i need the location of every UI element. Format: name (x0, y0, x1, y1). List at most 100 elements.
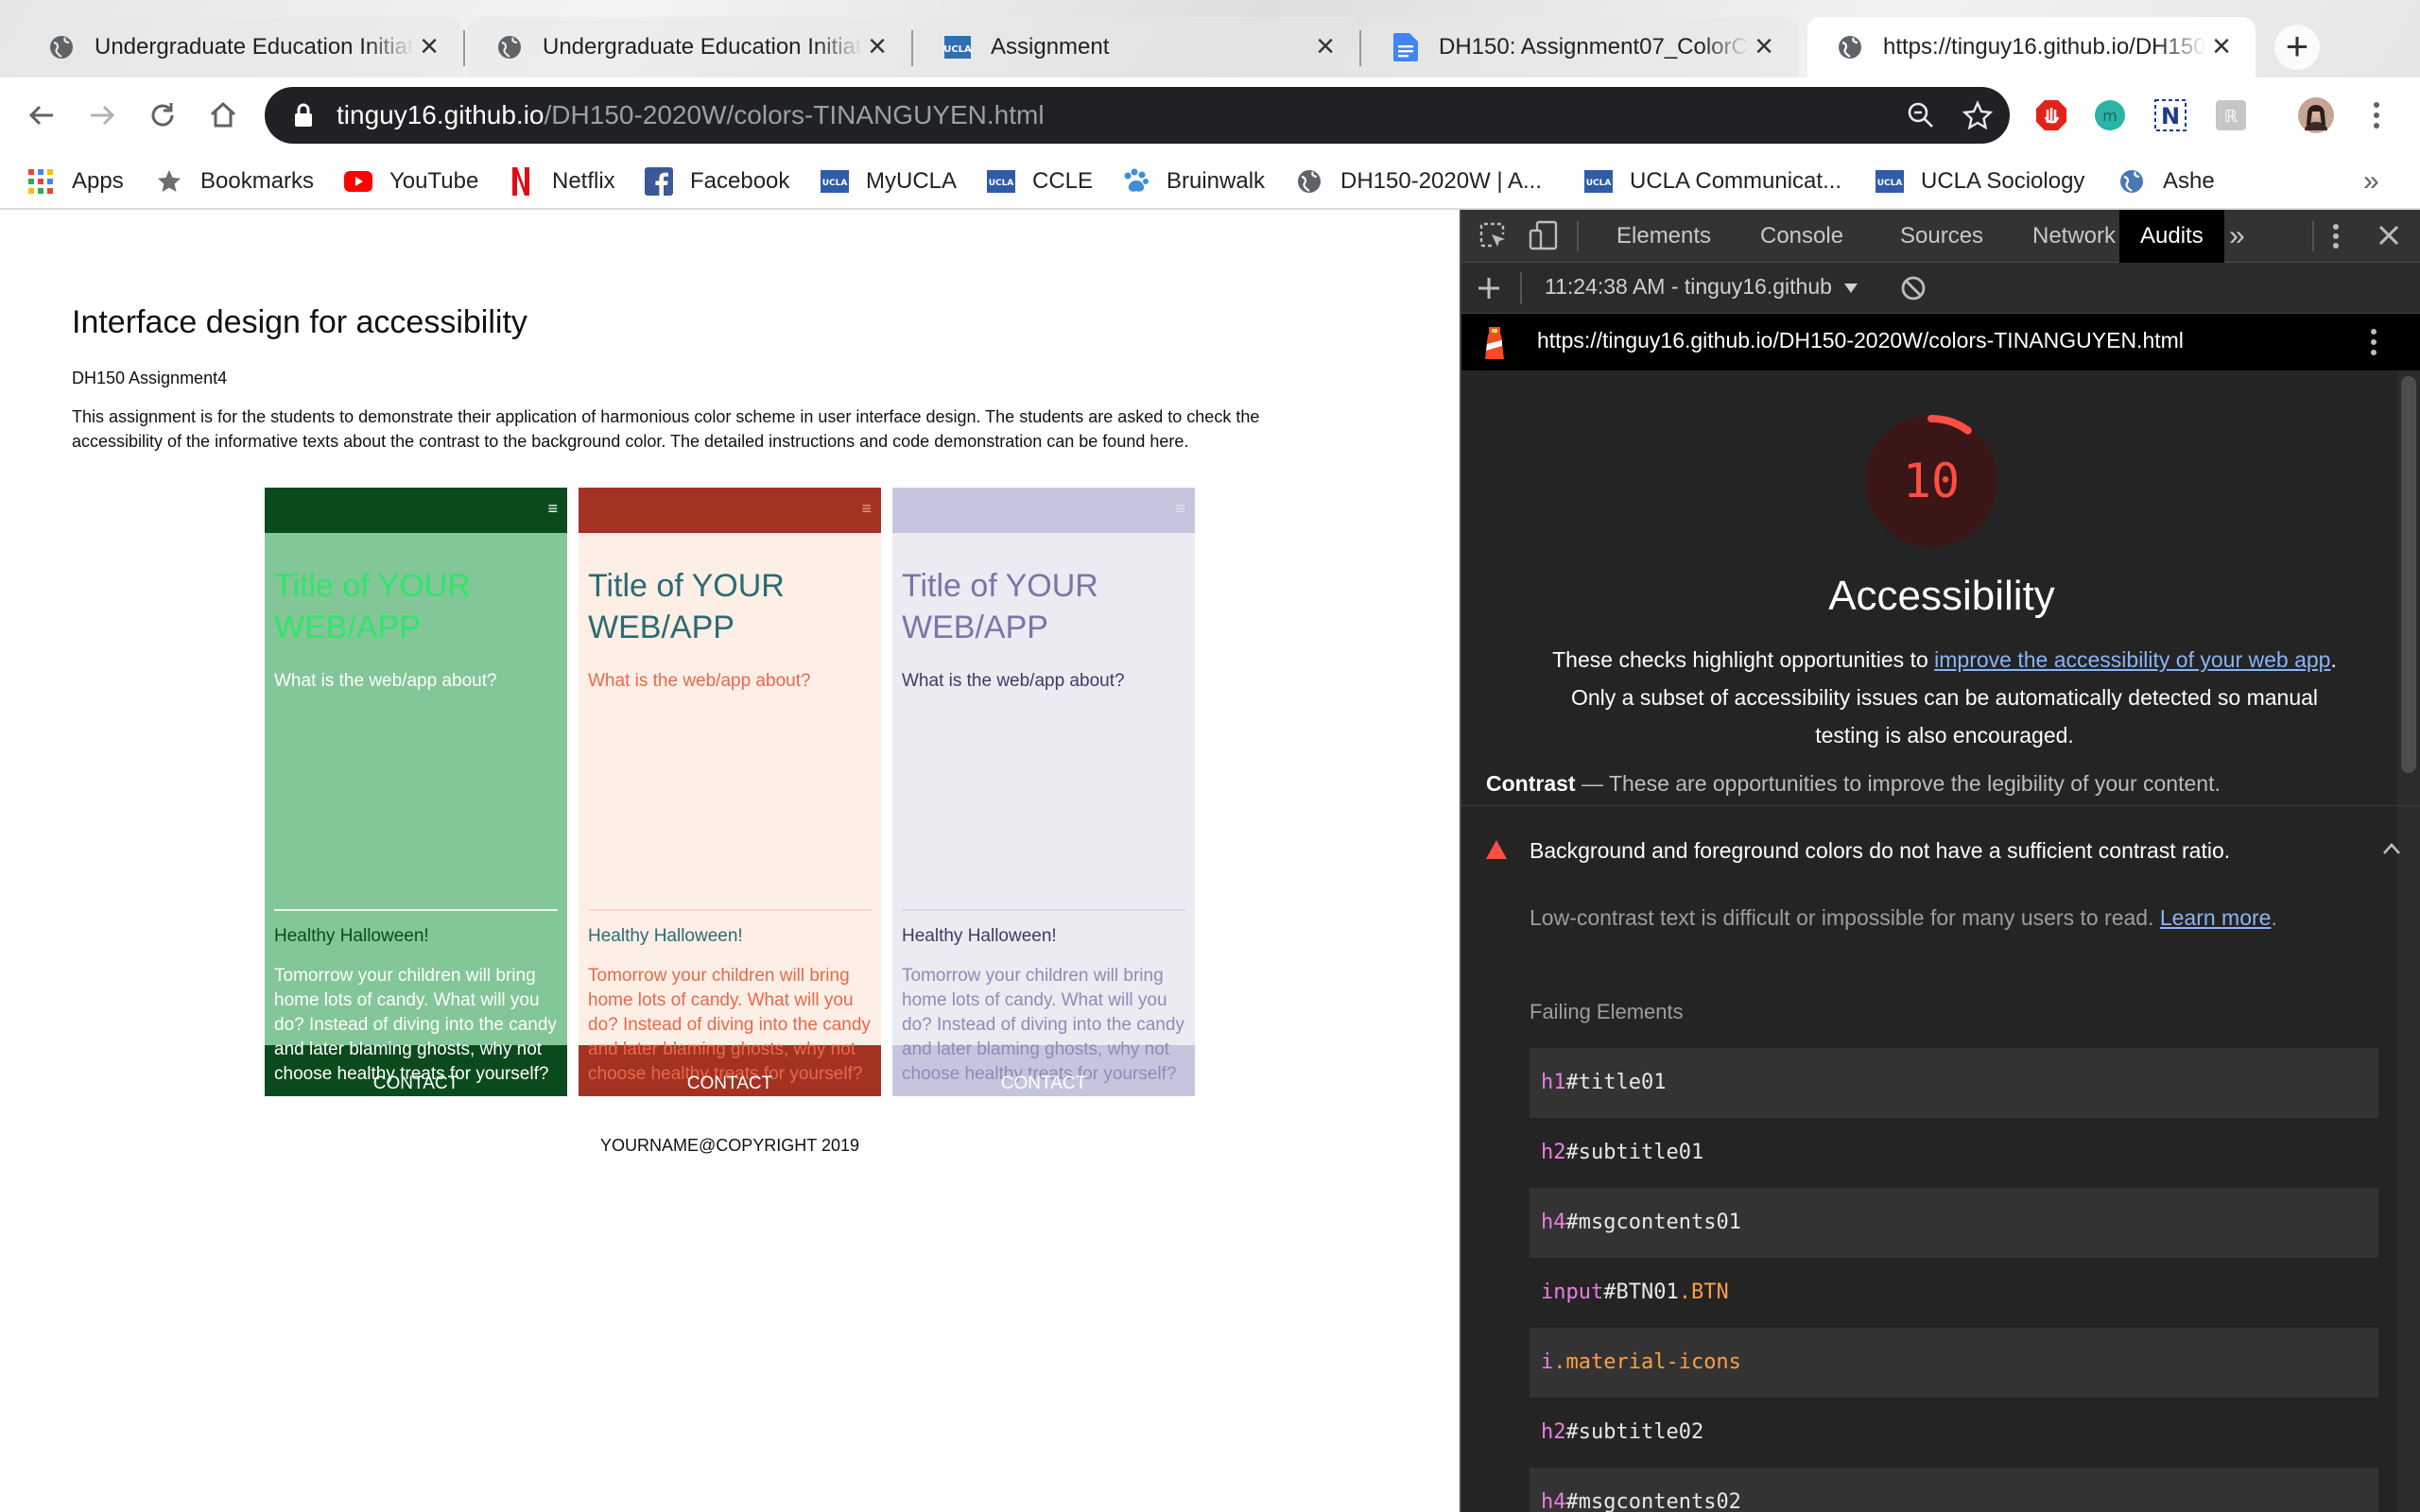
bookmark-ccle[interactable]: UCLA CCLE (987, 163, 1093, 200)
extension-gray-icon[interactable]: ℝ (2210, 94, 2252, 136)
back-button[interactable] (19, 93, 64, 138)
close-icon[interactable]: × (2206, 30, 2237, 62)
mockup-title: Title of YOUR WEB/APP (902, 568, 1098, 645)
bookmark-label: Bruinwalk (1167, 168, 1266, 194)
bookmark-dh150[interactable]: DH150-2020W | A... (1295, 163, 1542, 200)
address-bar[interactable]: tinguy16.github.io/DH150-2020W/colors-TI… (265, 87, 2010, 144)
bookmark-label: UCLA Sociology (1921, 168, 2085, 194)
ucla-icon: UCLA (943, 33, 972, 61)
bookmark-label: YouTube (389, 168, 479, 194)
extension-m-icon[interactable]: m (2089, 94, 2131, 136)
menu-icon[interactable]: ≡ (547, 499, 558, 519)
failing-element-row[interactable]: h4#msgcontents01 (1530, 1188, 2378, 1258)
tab-network[interactable]: Network (2012, 210, 2136, 263)
copyright-footer: YOURNAME@COPYRIGHT 2019 (599, 1136, 859, 1155)
bookmark-myucla[interactable]: UCLA MyUCLA (821, 163, 957, 200)
bookmark-bookmarks[interactable]: Bookmarks (155, 163, 314, 200)
chevron-up-icon[interactable] (2382, 842, 2401, 855)
more-tabs-button[interactable]: » (2218, 210, 2256, 263)
scrollbar[interactable] (2397, 370, 2420, 1512)
audit-run-select[interactable]: 11:24:38 AM - tinguy16.github (1545, 274, 1858, 300)
bookmark-facebook[interactable]: Facebook (645, 163, 789, 200)
reload-button[interactable] (140, 93, 185, 138)
bookmark-ashe[interactable]: Ashe (2118, 163, 2215, 200)
browser-tab-active[interactable]: https://tinguy16.github.io/DH150-2020W/c… (1807, 17, 2256, 77)
new-tab-button[interactable]: + (2274, 25, 2320, 70)
accessibility-docs-link[interactable]: improve the accessibility of your web ap… (1934, 647, 2330, 672)
ucla-icon: UCLA (821, 167, 849, 196)
browser-tab[interactable]: DH150: Assignment07_ColorContrast × (1363, 17, 1798, 77)
browser-tab[interactable]: Undergraduate Education Initiatives × (467, 17, 911, 77)
browser-tab[interactable]: Undergraduate Education Initiatives × (19, 17, 463, 77)
svg-text:m: m (2102, 107, 2118, 125)
tab-separator (911, 30, 913, 66)
group-description: These are opportunities to improve the l… (1608, 771, 2221, 796)
add-icon[interactable] (1477, 276, 1501, 301)
extension-n-icon[interactable]: N (2150, 94, 2191, 136)
more-vertical-icon[interactable] (2331, 221, 2341, 251)
tab-title: DH150: Assignment07_ColorContrast (1439, 34, 1749, 60)
category-title: Accessibility (1828, 573, 2055, 619)
divider (274, 909, 558, 911)
failing-element-row[interactable]: h2#subtitle02 (1530, 1398, 2378, 1468)
bookmark-netflix[interactable]: Netflix (507, 163, 615, 200)
audit-item-header[interactable]: Background and foreground colors do not … (1461, 805, 2420, 896)
device-toolbar-icon[interactable] (1528, 219, 1560, 251)
failing-element-row[interactable]: h1#title01 (1530, 1048, 2378, 1118)
failing-element-row[interactable]: h2#subtitle01 (1530, 1118, 2378, 1188)
svg-text:UCLA: UCLA (989, 179, 1014, 188)
tab-audits[interactable]: Audits (2119, 210, 2224, 263)
more-vertical-icon[interactable] (2356, 94, 2397, 136)
profile-avatar[interactable] (2295, 94, 2337, 136)
home-icon (210, 101, 236, 128)
contact-button[interactable]: CONTACT (892, 1074, 1195, 1094)
globe-icon (2118, 167, 2146, 196)
close-icon[interactable]: × (862, 30, 892, 62)
bookmark-youtube[interactable]: YouTube (344, 163, 478, 200)
bookmark-apps[interactable]: Apps (26, 163, 124, 200)
home-button[interactable] (200, 93, 246, 138)
bookmark-ucla-communication[interactable]: UCLA UCLA Communicat... (1584, 163, 1841, 200)
divider (902, 909, 1185, 911)
element-tag: h4 (1541, 1490, 1566, 1512)
bookmark-ucla-sociology[interactable]: UCLA UCLA Sociology (1876, 163, 2084, 200)
learn-more-link[interactable]: Learn more (2160, 905, 2272, 930)
bookmarks-overflow-button[interactable]: » (2363, 163, 2379, 200)
bookmark-bruinwalk[interactable]: Bruinwalk (1121, 163, 1265, 200)
close-icon[interactable]: × (414, 30, 444, 62)
close-devtools-icon[interactable] (2377, 223, 2401, 248)
failing-element-row[interactable]: input#BTN01.BTN (1530, 1258, 2378, 1328)
element-id: #subtitle01 (1565, 1141, 1704, 1164)
contact-button[interactable]: CONTACT (579, 1074, 881, 1094)
apps-grid-icon (26, 167, 55, 196)
more-vertical-icon[interactable] (2369, 327, 2378, 357)
url-host: tinguy16.github.io (337, 100, 544, 129)
tab-console[interactable]: Console (1739, 210, 1864, 263)
inspect-element-icon[interactable] (1478, 221, 1509, 251)
browser-chrome: Undergraduate Education Initiatives × Un… (0, 0, 2420, 210)
tab-sources[interactable]: Sources (1879, 210, 2004, 263)
menu-icon[interactable]: ≡ (861, 499, 872, 519)
globe-icon (1836, 33, 1864, 61)
divider (588, 909, 872, 911)
adblock-icon[interactable] (2031, 94, 2072, 136)
forward-button[interactable] (79, 93, 125, 138)
mockup-card: ≡ Title of YOUR WEB/APP What is the web/… (892, 488, 1195, 1096)
report-url-bar: https://tinguy16.github.io/DH150-2020W/c… (1461, 314, 2420, 370)
failing-element-row[interactable]: i.material-icons (1530, 1328, 2378, 1398)
menu-icon[interactable]: ≡ (1175, 499, 1185, 519)
close-icon[interactable]: × (1749, 30, 1779, 62)
failing-element-row[interactable]: h4#msgcontents02 (1530, 1468, 2378, 1512)
tab-title: Undergraduate Education Initiatives (543, 34, 862, 60)
browser-toolbar: tinguy16.github.io/DH150-2020W/colors-TI… (0, 77, 2420, 153)
clear-icon[interactable] (1900, 275, 1927, 301)
tab-title: Assignment (991, 34, 1110, 60)
bookmark-label: DH150-2020W | A... (1340, 168, 1542, 194)
mockup-subtitle: What is the web/app about? (588, 671, 811, 691)
reload-icon (151, 103, 174, 127)
browser-tab[interactable]: UCLA Assignment × (915, 17, 1359, 77)
contact-button[interactable]: CONTACT (265, 1074, 567, 1094)
page-subtitle: DH150 Assignment4 (72, 369, 228, 387)
tab-elements[interactable]: Elements (1596, 210, 1732, 263)
close-icon[interactable]: × (1310, 30, 1340, 62)
